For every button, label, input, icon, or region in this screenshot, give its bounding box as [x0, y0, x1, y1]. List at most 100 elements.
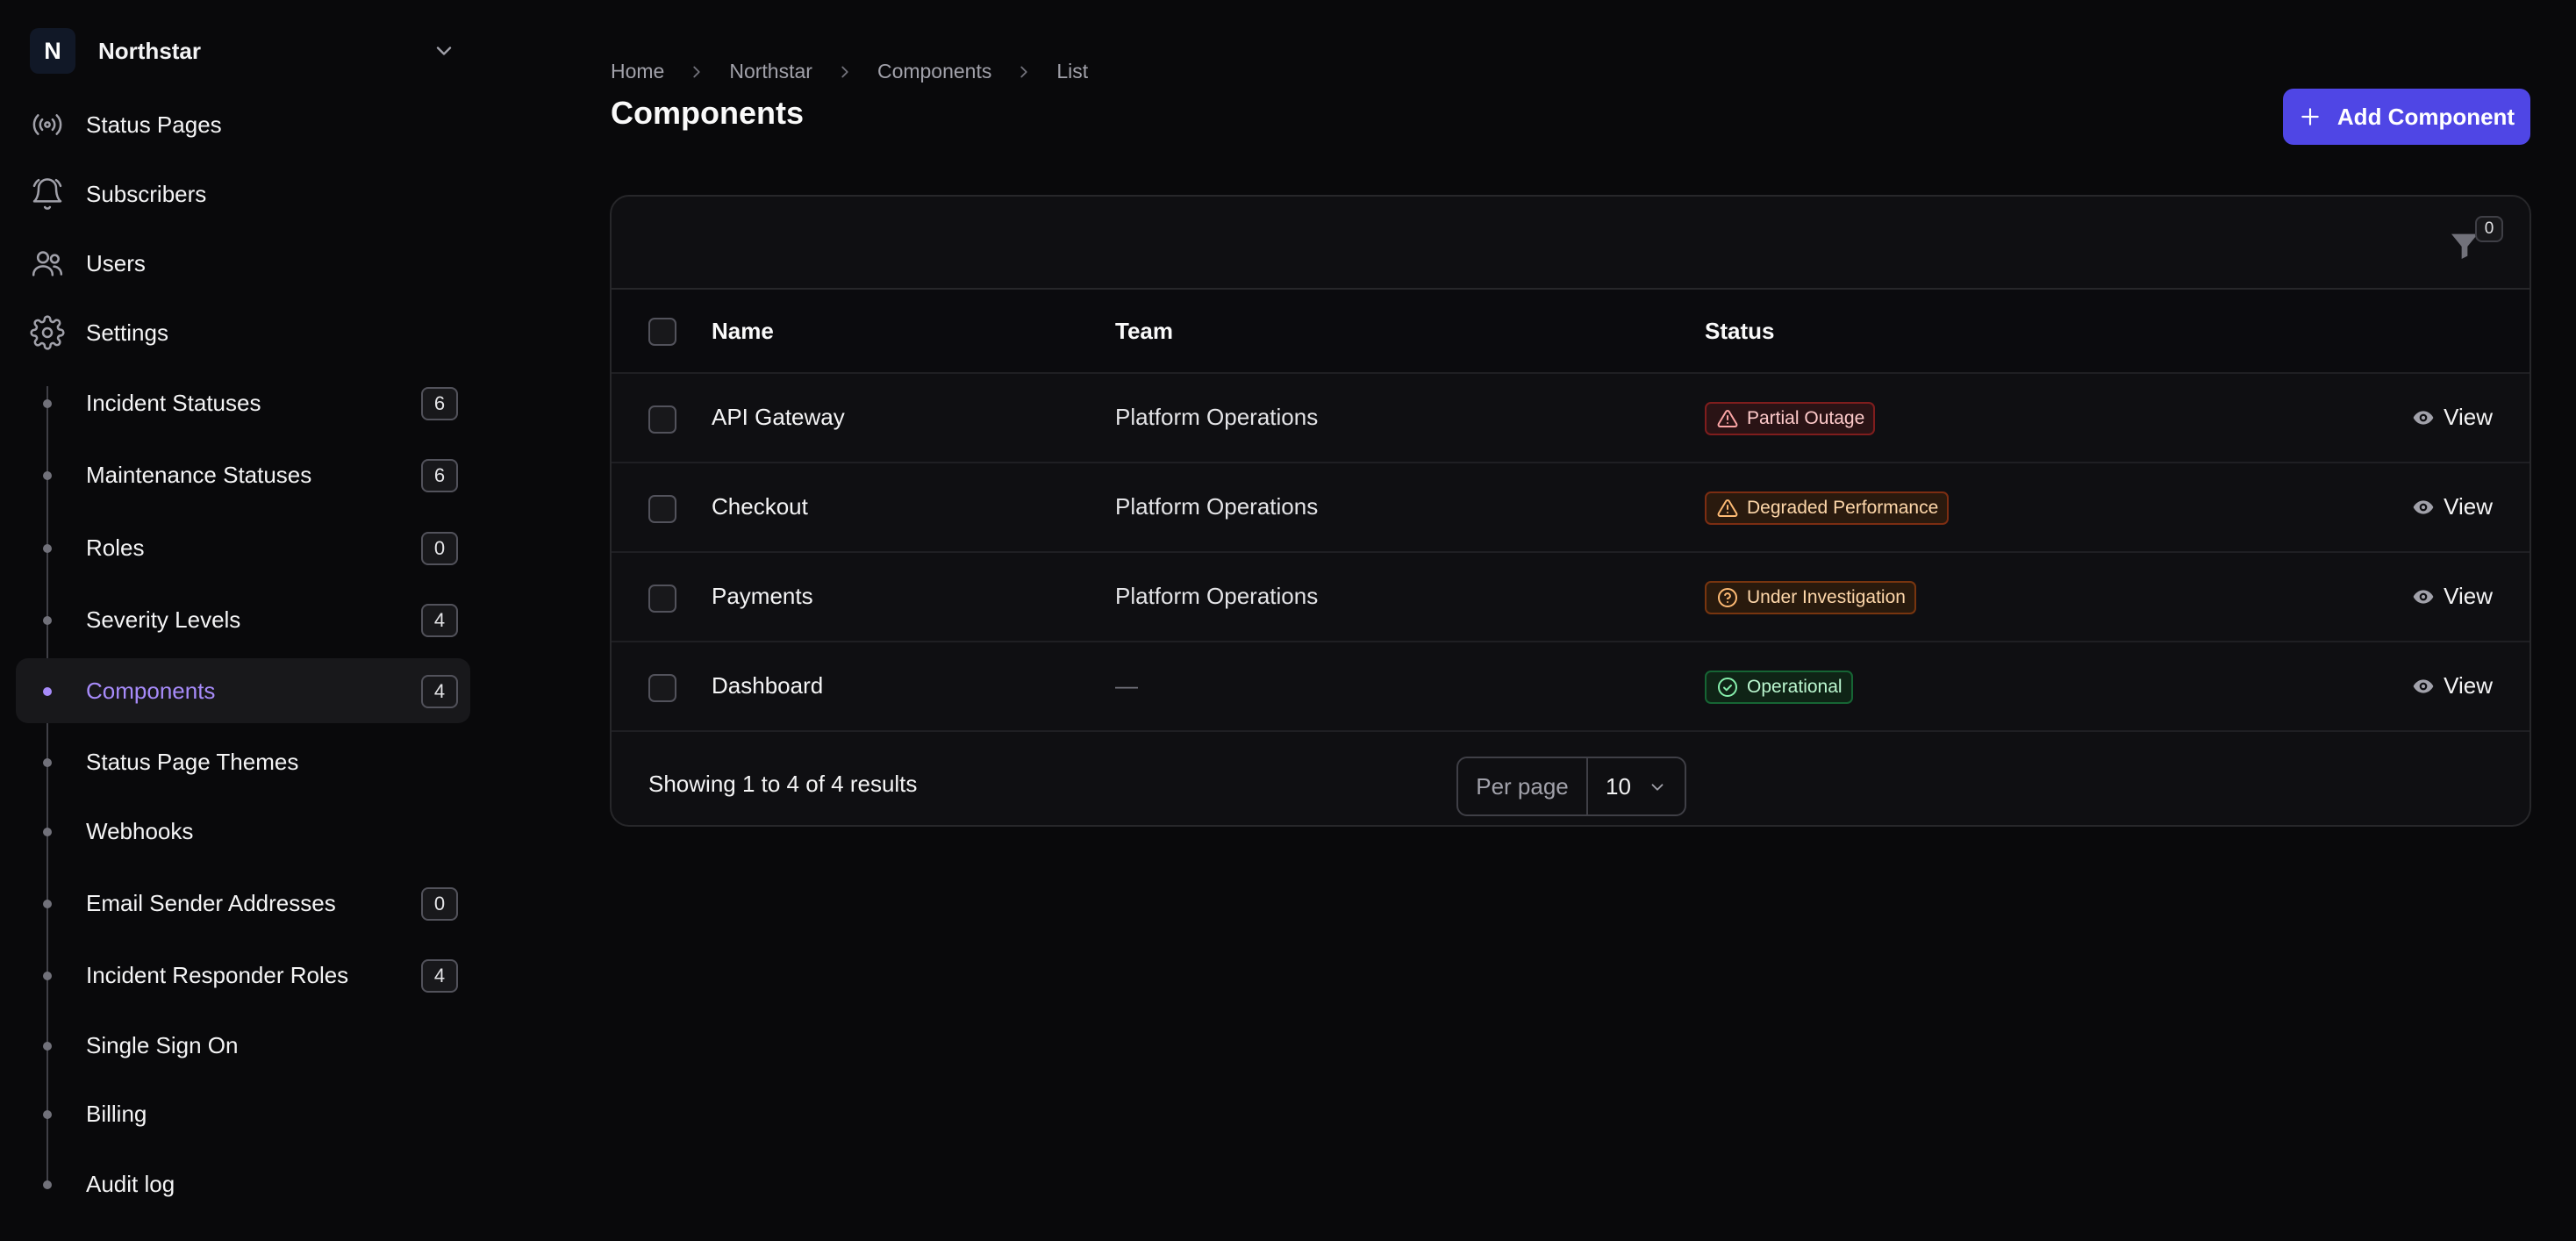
count-badge: 4: [421, 675, 458, 708]
tree-dot: [43, 1180, 52, 1189]
component-team: —: [1115, 672, 1138, 699]
sidebar-item-label: Billing: [86, 1100, 147, 1127]
results-summary: Showing 1 to 4 of 4 results: [648, 771, 918, 797]
table-row: Checkout Platform Operations Degraded Pe…: [612, 463, 2529, 553]
status-label: Under Investigation: [1747, 587, 1906, 607]
chevron-right-icon: [1020, 66, 1028, 77]
question-circle-icon: [1718, 588, 1737, 607]
view-label: View: [2444, 672, 2493, 699]
count-badge: 4: [421, 604, 458, 637]
view-link[interactable]: View: [2412, 493, 2493, 520]
signal-icon: [32, 114, 62, 135]
count-badge: 6: [421, 459, 458, 492]
tree-dot: [43, 1110, 52, 1119]
component-name: Payments: [712, 583, 813, 609]
tree-dot: [43, 616, 52, 625]
page-title: Components: [611, 95, 804, 131]
sidebar-item-label: Maintenance Statuses: [86, 461, 312, 488]
view-label: View: [2444, 404, 2493, 430]
sidebar-item-webhooks[interactable]: Webhooks: [16, 799, 470, 864]
breadcrumb: Home Northstar Components List: [611, 60, 1088, 83]
component-name: Checkout: [712, 493, 808, 520]
component-team: Platform Operations: [1115, 493, 1319, 520]
components-table-card: 0 Name Team Status API Gateway Platform …: [610, 195, 2531, 827]
sidebar-item-status-page-themes[interactable]: Status Page Themes: [16, 729, 470, 794]
column-header-team[interactable]: Team: [1115, 318, 1173, 345]
nav-item-settings[interactable]: Settings: [30, 306, 469, 359]
status-label: Degraded Performance: [1747, 498, 1939, 518]
table-row: API Gateway Platform Operations Partial …: [612, 374, 2529, 463]
view-label: View: [2444, 583, 2493, 609]
sidebar-item-email-sender-addresses[interactable]: Email Sender Addresses 0: [16, 871, 470, 936]
table-row: Dashboard — Operational View: [612, 642, 2529, 732]
tree-dot: [43, 399, 52, 408]
tree-dot: [43, 544, 52, 553]
nav-item-label: Users: [86, 249, 146, 276]
sidebar-item-incident-statuses[interactable]: Incident Statuses 6: [16, 370, 470, 435]
chevron-right-icon: [841, 66, 848, 77]
count-badge: 6: [421, 387, 458, 420]
breadcrumb-tenant[interactable]: Northstar: [729, 60, 812, 83]
tree-dot: [43, 471, 52, 480]
row-checkbox[interactable]: [648, 495, 676, 523]
view-label: View: [2444, 493, 2493, 520]
status-badge: Partial Outage: [1705, 402, 1876, 435]
sidebar-item-label: Single Sign On: [86, 1031, 239, 1058]
column-header-status[interactable]: Status: [1705, 318, 1774, 345]
sidebar-item-label: Webhooks: [86, 817, 194, 844]
select-all-checkbox[interactable]: [648, 318, 676, 346]
sidebar-item-roles[interactable]: Roles 0: [16, 515, 470, 580]
add-component-button[interactable]: Add Component: [2283, 89, 2530, 145]
nav-item-label: Status Pages: [86, 111, 222, 138]
sidebar-item-components[interactable]: Components 4: [16, 658, 470, 723]
table-toolbar: 0: [612, 197, 2529, 290]
gear-icon: [30, 315, 65, 350]
view-link[interactable]: View: [2412, 404, 2493, 431]
tree-dot: [43, 900, 52, 908]
tree-dot: [43, 828, 52, 836]
sidebar-item-label: Audit log: [86, 1170, 175, 1197]
status-badge: Degraded Performance: [1705, 491, 1950, 525]
per-page-select[interactable]: 10: [1588, 758, 1685, 814]
column-header-name[interactable]: Name: [712, 318, 774, 345]
add-component-label: Add Component: [2336, 103, 2515, 130]
component-name: API Gateway: [712, 404, 845, 430]
view-link[interactable]: View: [2412, 672, 2493, 699]
row-checkbox[interactable]: [648, 674, 676, 702]
tree-dot: [43, 1042, 52, 1051]
sidebar-item-single-sign-on[interactable]: Single Sign On: [16, 1013, 470, 1078]
tree-dot: [43, 687, 52, 696]
sidebar-item-label: Incident Responder Roles: [86, 961, 349, 988]
eye-icon: [2413, 499, 2434, 514]
nav-item-users[interactable]: Users: [30, 237, 469, 290]
component-team: Platform Operations: [1115, 404, 1319, 430]
breadcrumb-components[interactable]: Components: [877, 60, 991, 83]
sidebar-item-maintenance-statuses[interactable]: Maintenance Statuses 6: [16, 442, 470, 507]
row-checkbox[interactable]: [648, 585, 676, 613]
nav-item-status-pages[interactable]: Status Pages: [30, 98, 469, 151]
breadcrumb-home[interactable]: Home: [611, 60, 664, 83]
chevron-down-icon: [1651, 784, 1664, 791]
sidebar-item-incident-responder-roles[interactable]: Incident Responder Roles 4: [16, 943, 470, 1008]
sidebar: N Northstar Status Pages Subscribers Use…: [0, 0, 488, 1241]
nav-item-label: Settings: [86, 319, 168, 346]
sidebar-item-audit-log[interactable]: Audit log: [16, 1151, 470, 1216]
row-checkbox[interactable]: [648, 405, 676, 434]
tenant-switcher[interactable]: N Northstar: [30, 26, 469, 75]
warning-icon: [1717, 409, 1738, 427]
warning-icon: [1717, 499, 1738, 517]
sidebar-item-label: Incident Statuses: [86, 389, 261, 416]
sidebar-item-billing[interactable]: Billing: [16, 1081, 470, 1146]
sidebar-item-severity-levels[interactable]: Severity Levels 4: [16, 587, 470, 652]
sidebar-item-label: Status Page Themes: [86, 748, 299, 775]
table-header: Name Team Status: [612, 290, 2529, 374]
view-link[interactable]: View: [2412, 583, 2493, 610]
tenant-name: Northstar: [98, 37, 202, 64]
filter-button[interactable]: 0: [2444, 216, 2503, 270]
per-page-label: Per page: [1458, 758, 1588, 814]
nav-item-subscribers[interactable]: Subscribers: [30, 168, 469, 220]
eye-icon: [2413, 678, 2434, 693]
component-team: Platform Operations: [1115, 583, 1319, 609]
status-label: Operational: [1747, 677, 1843, 697]
tree-dot: [43, 758, 52, 767]
